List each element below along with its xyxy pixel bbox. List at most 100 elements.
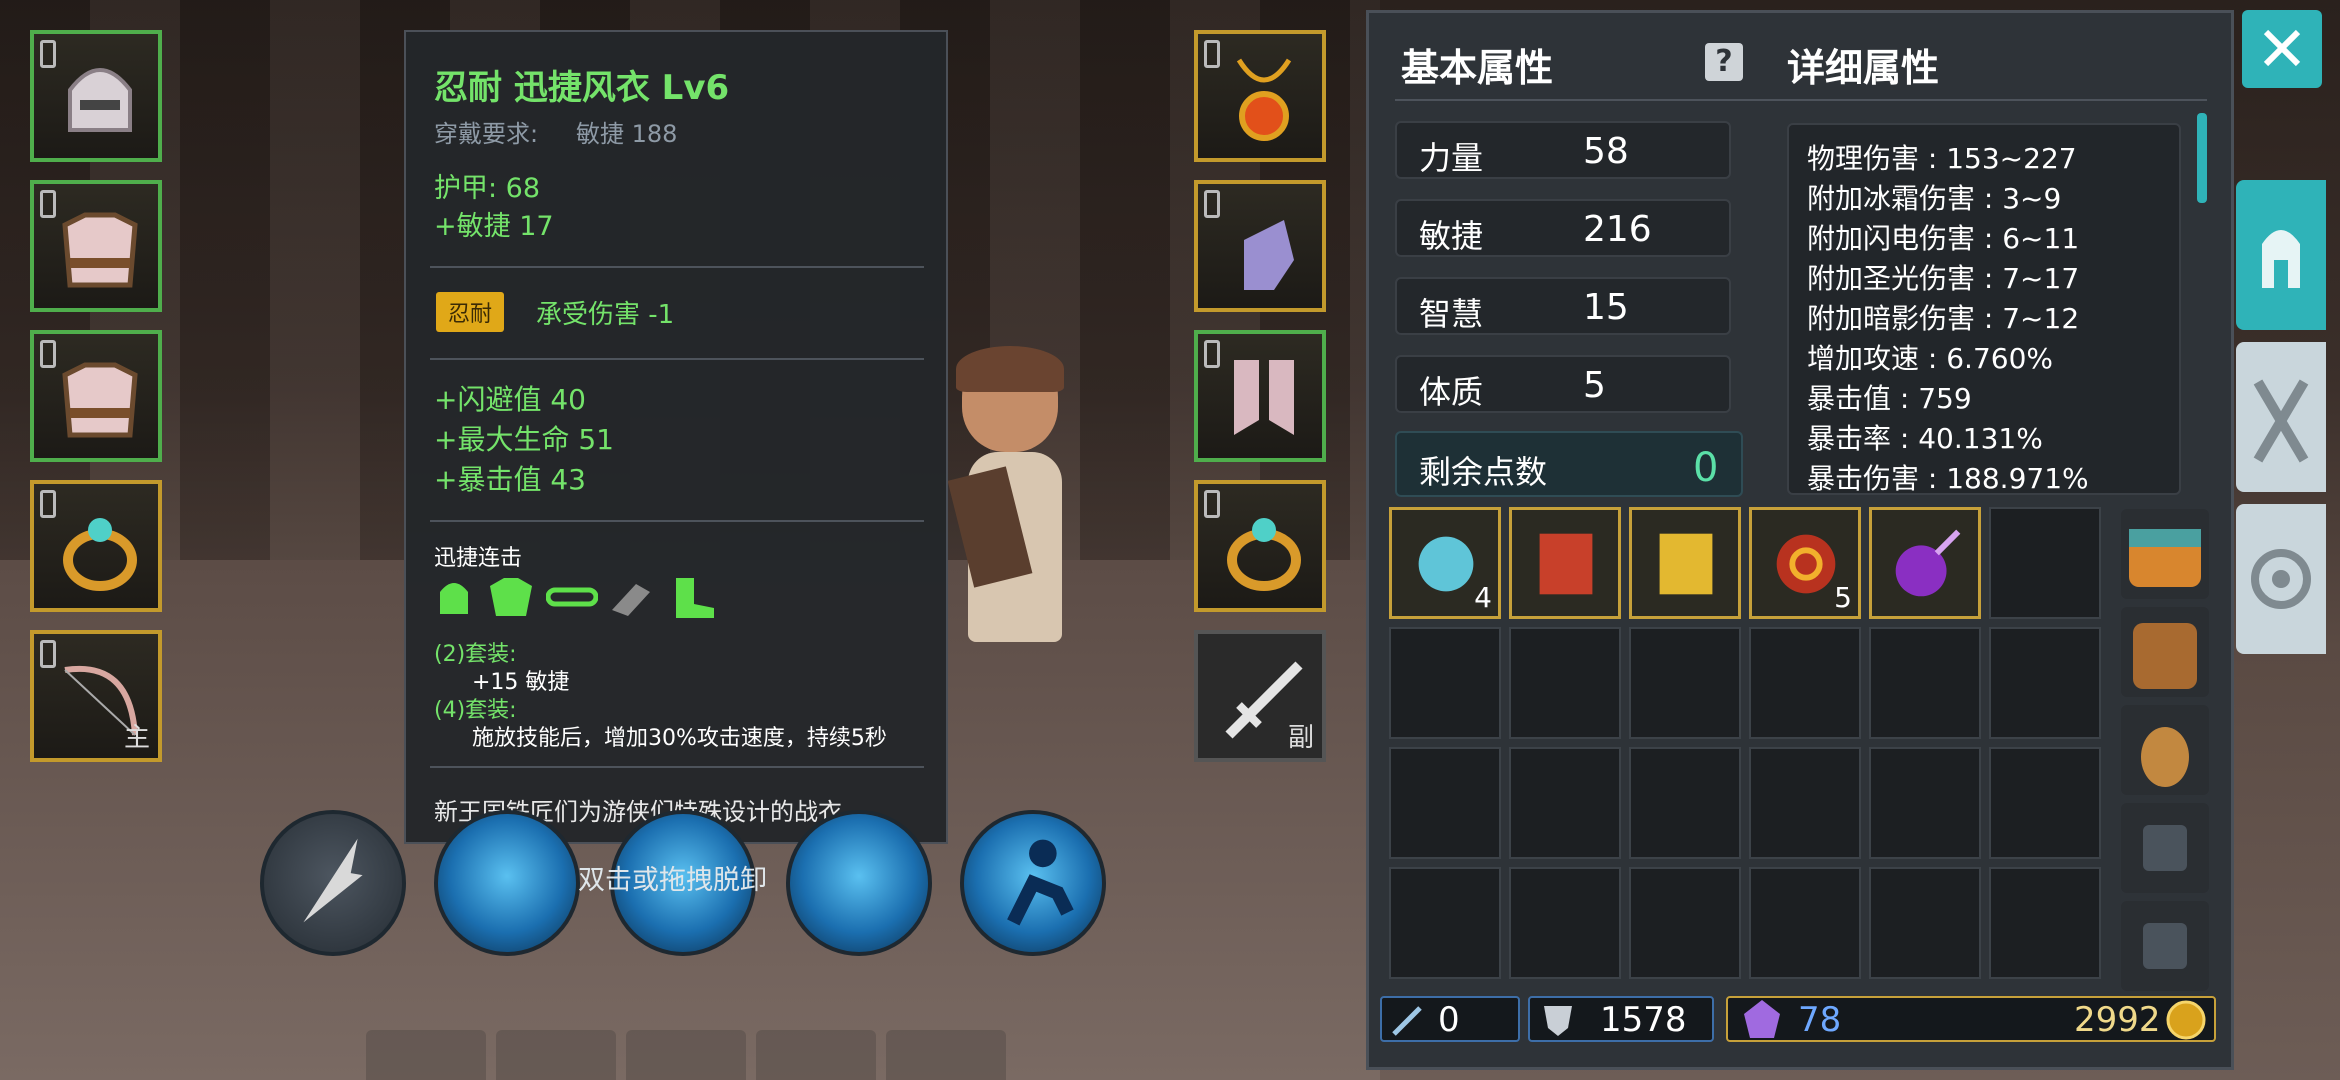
inventory-slot[interactable] bbox=[1509, 507, 1621, 619]
inventory-slot[interactable] bbox=[1629, 867, 1741, 979]
gloves-icon bbox=[1244, 220, 1294, 290]
inventory-slot[interactable] bbox=[1629, 627, 1741, 739]
armor-value: 护甲: 68 bbox=[434, 173, 541, 204]
target-icon bbox=[2251, 549, 2311, 609]
equip-slot-ring-2[interactable] bbox=[1194, 480, 1326, 612]
equip-slot-amulet[interactable] bbox=[1194, 30, 1326, 162]
detail-attributes-title: 详细属性 bbox=[1787, 46, 1940, 90]
shard-count: 1578 bbox=[1600, 1000, 1687, 1040]
bag-tab-2[interactable] bbox=[2121, 607, 2209, 697]
detail-stats-list[interactable]: 物理伤害 : 153~227 附加冰霜伤害 : 3~9 附加闪电伤害 : 6~1… bbox=[1787, 123, 2181, 495]
item-count: 5 bbox=[1834, 581, 1852, 614]
requirement-value: 敏捷 188 bbox=[576, 120, 678, 148]
hotbar-slot[interactable] bbox=[496, 1030, 616, 1080]
wand-icon bbox=[1392, 1006, 1422, 1036]
shard-counter: 1578 bbox=[1528, 996, 1714, 1042]
empty-bag-slot-icon bbox=[2143, 923, 2187, 969]
crystal-and-gold-counter: 78 2992 bbox=[1726, 996, 2216, 1042]
inventory-slot[interactable] bbox=[1989, 627, 2101, 739]
trait-text: 承受伤害 -1 bbox=[536, 300, 675, 330]
arrow-icon bbox=[303, 838, 363, 923]
stat-label: 敏捷 bbox=[1419, 217, 1484, 255]
item-count: 4 bbox=[1474, 581, 1492, 614]
inventory-slot[interactable] bbox=[1509, 867, 1621, 979]
stat-label: 智慧 bbox=[1419, 295, 1484, 333]
inventory-grid: 4 5 bbox=[1389, 507, 2109, 997]
detail-row: 附加圣光伤害 : 7~17 bbox=[1807, 262, 2080, 295]
hotbar-slot[interactable] bbox=[886, 1030, 1006, 1080]
detail-row: 附加暗影伤害 : 7~12 bbox=[1807, 302, 2080, 335]
bag-tab-4-locked[interactable] bbox=[2121, 803, 2209, 893]
inventory-slot[interactable] bbox=[1509, 627, 1621, 739]
equip-slot-helmet[interactable] bbox=[30, 30, 162, 162]
equip-slot-weapon[interactable]: 主 bbox=[30, 630, 162, 762]
tab-settings[interactable] bbox=[2236, 504, 2326, 654]
gold-count: 2992 bbox=[2074, 1000, 2161, 1040]
equip-slot-gloves[interactable] bbox=[1194, 180, 1326, 312]
points-label: 剩余点数 bbox=[1419, 453, 1548, 491]
inventory-slot[interactable]: 5 bbox=[1749, 507, 1861, 619]
stat-strength: 力量 58 bbox=[1395, 121, 1731, 179]
tab-equipment[interactable] bbox=[2236, 180, 2326, 330]
detail-row: 附加冰霜伤害 : 3~9 bbox=[1807, 182, 2062, 215]
bonus-crit: +暴击值 43 bbox=[434, 463, 586, 496]
inventory-slot[interactable] bbox=[1749, 627, 1861, 739]
bag-tab-3[interactable] bbox=[2121, 705, 2209, 795]
inventory-slot[interactable] bbox=[1989, 867, 2101, 979]
purple-potion-icon bbox=[1895, 529, 1961, 597]
skill-button-1[interactable] bbox=[434, 810, 580, 956]
stat-wisdom: 智慧 15 bbox=[1395, 277, 1731, 335]
inventory-slot[interactable] bbox=[1389, 627, 1501, 739]
inventory-slot[interactable] bbox=[1389, 867, 1501, 979]
attribute-panel: 基本属性 ? 详细属性 力量 58 敏捷 216 智慧 15 体质 5 剩余点数 0 物… bbox=[1366, 10, 2234, 1070]
detail-row: 附加闪电伤害 : 6~11 bbox=[1807, 222, 2080, 255]
bag-tab-5-locked[interactable] bbox=[2121, 901, 2209, 991]
stat-value: 15 bbox=[1583, 287, 1629, 328]
skill-button-3[interactable] bbox=[786, 810, 932, 956]
tab-skills[interactable] bbox=[2236, 342, 2326, 492]
help-icon[interactable]: ? bbox=[1705, 43, 1743, 81]
player-character bbox=[947, 346, 1098, 642]
inventory-slot[interactable] bbox=[1869, 747, 1981, 859]
hotbar-slot[interactable] bbox=[756, 1030, 876, 1080]
inventory-slot[interactable] bbox=[1749, 747, 1861, 859]
scroll-icon bbox=[1539, 533, 1593, 595]
inventory-slot[interactable] bbox=[1989, 747, 2101, 859]
inventory-slot[interactable] bbox=[1989, 507, 2101, 619]
hotbar-slot[interactable] bbox=[366, 1030, 486, 1080]
equip-slot-chest-2[interactable] bbox=[30, 330, 162, 462]
inventory-slot[interactable] bbox=[1629, 747, 1741, 859]
divider bbox=[430, 520, 924, 522]
requirement-label: 穿戴要求: bbox=[434, 120, 539, 148]
inventory-slot[interactable] bbox=[1869, 507, 1981, 619]
stat-value: 216 bbox=[1583, 209, 1652, 250]
equip-slot-ring[interactable] bbox=[30, 480, 162, 612]
skill-button-arrow[interactable] bbox=[260, 810, 406, 956]
inventory-slot[interactable] bbox=[1389, 747, 1501, 859]
detail-scrollbar[interactable] bbox=[2197, 113, 2207, 203]
helmet-icon bbox=[440, 583, 468, 614]
stat-label: 体质 bbox=[1419, 373, 1484, 411]
bag-tab-1[interactable] bbox=[2121, 509, 2209, 599]
stat-label: 力量 bbox=[1419, 139, 1484, 177]
inventory-slot[interactable]: 4 bbox=[1389, 507, 1501, 619]
chest-armor-icon bbox=[62, 362, 138, 438]
shield-icon bbox=[1544, 1006, 1572, 1036]
equip-slot-offhand[interactable]: 副 bbox=[1194, 630, 1326, 762]
inventory-slot[interactable] bbox=[1629, 507, 1741, 619]
stat-constitution: 体质 5 bbox=[1395, 355, 1731, 413]
bonus-dodge: +闪避值 40 bbox=[434, 383, 586, 416]
close-button[interactable] bbox=[2242, 10, 2322, 88]
gem-count: 0 bbox=[1438, 1000, 1460, 1040]
hotbar-slot[interactable] bbox=[626, 1030, 746, 1080]
gem-counter: 0 bbox=[1380, 996, 1520, 1042]
inventory-slot[interactable] bbox=[1869, 627, 1981, 739]
inventory-slot[interactable] bbox=[1509, 747, 1621, 859]
equip-slot-boots[interactable] bbox=[1194, 330, 1326, 462]
equip-slot-chest[interactable] bbox=[30, 180, 162, 312]
inventory-slot[interactable] bbox=[1869, 867, 1981, 979]
inventory-slot[interactable] bbox=[1749, 867, 1861, 979]
skill-button-sprint[interactable] bbox=[960, 810, 1106, 956]
ring-icon bbox=[63, 518, 137, 591]
divider bbox=[430, 766, 924, 768]
